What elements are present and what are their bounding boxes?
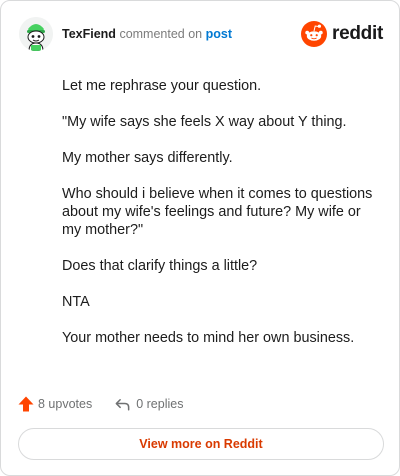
comment-paragraph: Does that clarify things a little? (62, 258, 258, 274)
reddit-brand[interactable]: reddit (301, 21, 383, 47)
view-more-button[interactable]: View more on Reddit (18, 428, 384, 460)
comment-paragraph: NTA (62, 294, 90, 310)
comment-paragraph: Who should i believe when it comes to qu… (62, 186, 373, 238)
comment-paragraph: My mother says differently. (62, 150, 233, 166)
upvote-button[interactable]: 8 upvotes (17, 395, 92, 413)
comment-paragraph: Your mother needs to mind her own busine… (62, 330, 355, 346)
upvote-arrow-icon (18, 396, 34, 412)
comment-footer: 8 upvotes 0 replies (17, 394, 183, 414)
comment-byline: TexFiend commented on post (62, 28, 232, 41)
comment-body: Let me rephrase your question. "My wife … (62, 77, 382, 365)
comment-paragraph: Let me rephrase your question. (62, 78, 262, 94)
reply-count: 0 replies (136, 397, 184, 411)
comment-header: TexFiend commented on post reddit (19, 17, 383, 51)
embedded-comment-card: TexFiend commented on post reddit Let me… (0, 0, 400, 476)
username-link[interactable]: TexFiend (62, 27, 116, 41)
reddit-wordmark: reddit (332, 23, 383, 44)
snoo-avatar-icon[interactable] (19, 17, 53, 51)
replies-button[interactable]: 0 replies (114, 396, 183, 413)
reply-arrow-icon (115, 398, 130, 410)
post-link[interactable]: post (206, 27, 232, 41)
action-text: commented on (119, 26, 203, 41)
reddit-logo-icon (301, 21, 328, 47)
upvote-count: 8 upvotes (38, 397, 93, 411)
comment-paragraph: "My wife says she feels X way about Y th… (62, 114, 347, 130)
